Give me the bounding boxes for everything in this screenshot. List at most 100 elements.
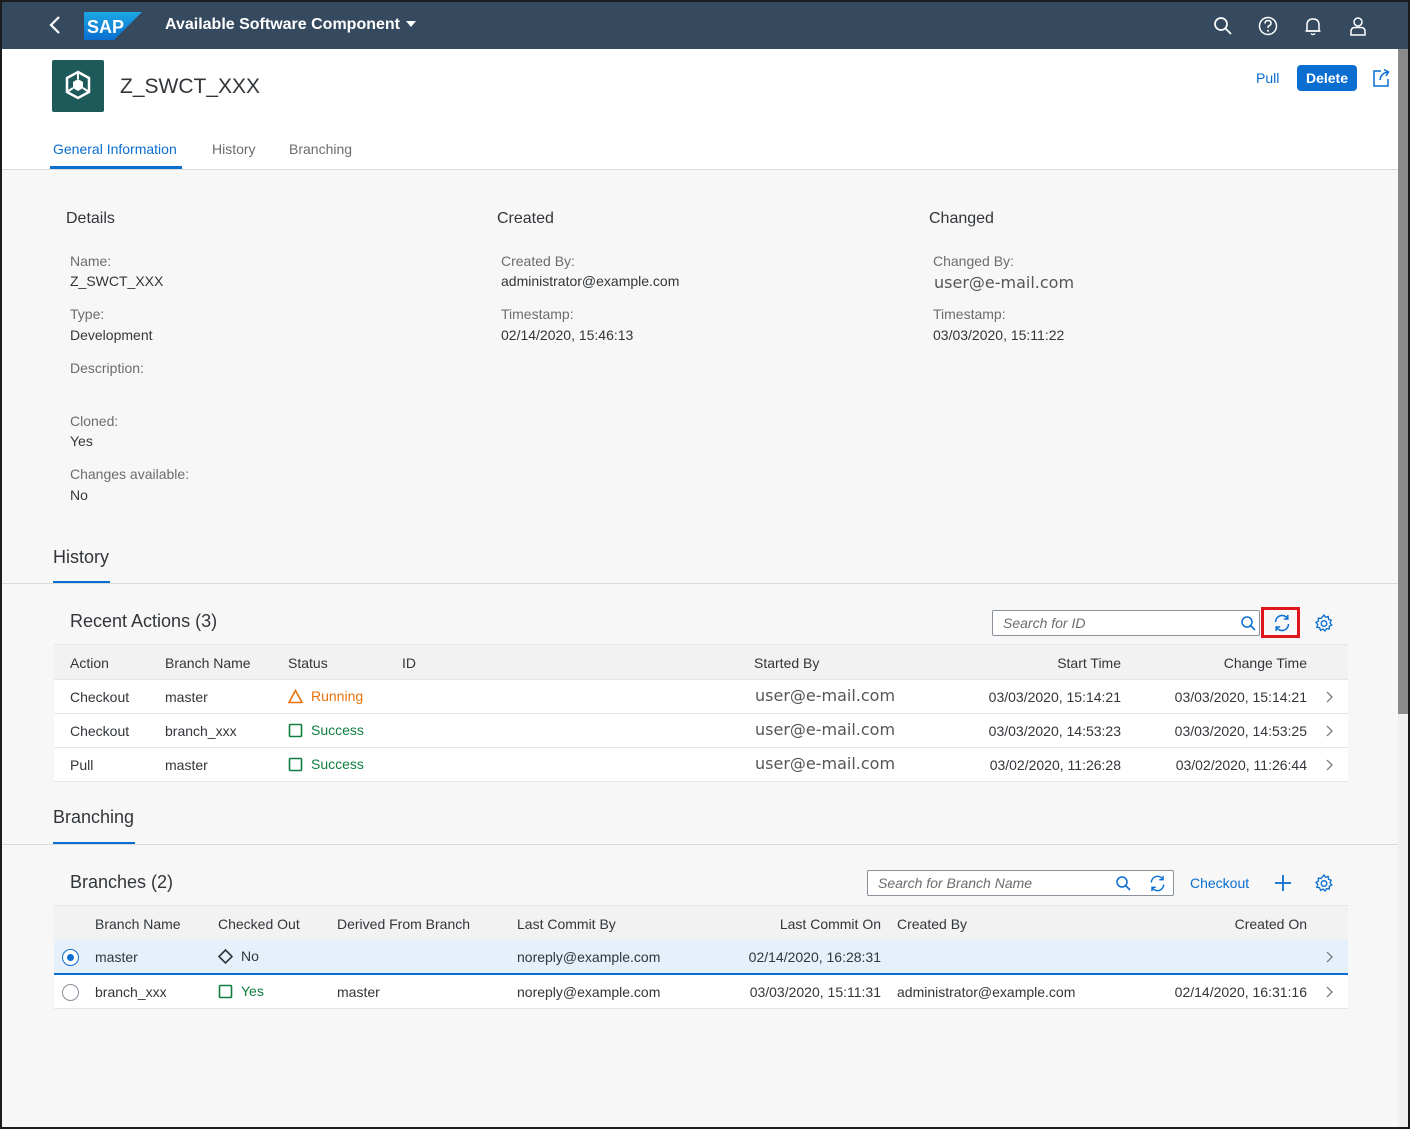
column-header-created-by[interactable]: Created By xyxy=(897,916,967,932)
back-icon[interactable] xyxy=(46,14,66,36)
changes-available-value: No xyxy=(70,487,88,503)
search-branch-field[interactable] xyxy=(867,870,1174,896)
column-header-created-on[interactable]: Created On xyxy=(1235,916,1307,932)
checked-out-text: Yes xyxy=(241,983,264,999)
column-header-branch-name[interactable]: Branch Name xyxy=(165,655,251,671)
derived-from-cell: master xyxy=(337,984,380,1000)
chevron-right-icon xyxy=(1326,725,1333,737)
start-time-cell: 03/03/2020, 15:14:21 xyxy=(988,689,1121,705)
row-select-radio[interactable] xyxy=(62,984,79,1001)
change-time-cell: 03/03/2020, 15:14:21 xyxy=(1174,689,1307,705)
checked-out-text: No xyxy=(241,948,259,964)
search-icon[interactable] xyxy=(1240,615,1257,632)
search-branch-input[interactable] xyxy=(878,874,1092,892)
object-header: Z_SWCT_XXX Pull Delete General Informati… xyxy=(2,49,1398,170)
created-on-cell: 02/14/2020, 16:31:16 xyxy=(1174,984,1307,1000)
scrollbar-thumb[interactable] xyxy=(1398,49,1408,714)
change-time-cell: 03/02/2020, 11:26:44 xyxy=(1175,757,1307,773)
action-cell: Checkout xyxy=(70,723,130,739)
refresh-icon[interactable] xyxy=(1272,613,1292,633)
notification-icon[interactable] xyxy=(1302,15,1324,37)
branch-name-cell: branch_xxx xyxy=(95,984,167,1000)
table-row[interactable]: branch_xxx Yes master noreply@example.co… xyxy=(54,975,1348,1009)
chevron-right-icon xyxy=(1326,759,1333,771)
branch-cell: master xyxy=(165,757,208,773)
column-header-change-time[interactable]: Change Time xyxy=(1224,655,1307,671)
settings-icon[interactable] xyxy=(1314,613,1334,633)
status-cell: Success xyxy=(288,722,364,738)
checkout-button[interactable]: Checkout xyxy=(1190,875,1249,891)
refresh-icon[interactable] xyxy=(1148,874,1167,893)
cloned-value: Yes xyxy=(70,433,93,449)
success-icon xyxy=(288,757,303,772)
active-tab-indicator xyxy=(50,166,182,169)
column-header-start-time[interactable]: Start Time xyxy=(1057,655,1121,671)
table-row[interactable]: Checkout master Running user@e-mail.com … xyxy=(54,680,1348,714)
last-commit-on-cell: 03/03/2020, 15:11:31 xyxy=(749,984,881,1000)
search-icon[interactable] xyxy=(1212,15,1234,37)
column-header-status[interactable]: Status xyxy=(288,655,328,671)
delete-button[interactable]: Delete xyxy=(1297,65,1357,91)
branching-section-title: Branching xyxy=(53,807,135,827)
column-header-branch-name[interactable]: Branch Name xyxy=(95,916,181,932)
shell-bar: SAP Available Software Component xyxy=(2,2,1408,49)
user-icon[interactable] xyxy=(1347,15,1369,37)
created-timestamp-value: 02/14/2020, 15:46:13 xyxy=(501,327,634,343)
app-window: SAP Available Software Component Z_SWCT_… xyxy=(0,0,1410,1129)
tab-history[interactable]: History xyxy=(212,141,256,157)
started-by-cell: user@e-mail.com xyxy=(755,754,896,773)
created-by-label: Created By: xyxy=(501,253,575,269)
created-by-value: administrator@example.com xyxy=(501,273,680,289)
search-id-field[interactable] xyxy=(992,610,1260,636)
column-header-last-commit-by[interactable]: Last Commit By xyxy=(517,916,616,932)
table-row[interactable]: master No noreply@example.com 02/14/2020… xyxy=(54,940,1348,975)
column-header-started-by[interactable]: Started By xyxy=(754,655,819,671)
type-value: Development xyxy=(70,327,153,343)
tab-branching[interactable]: Branching xyxy=(289,141,352,157)
app-title-text: Available Software Component xyxy=(165,16,400,33)
created-heading: Created xyxy=(497,210,554,227)
settings-icon[interactable] xyxy=(1314,873,1334,893)
changed-timestamp-label: Timestamp: xyxy=(933,306,1006,322)
chevron-right-icon xyxy=(1326,986,1333,998)
page-title: Z_SWCT_XXX xyxy=(120,75,261,98)
recent-actions-header: Action Branch Name Status ID Started By … xyxy=(54,644,1348,680)
chevron-right-icon xyxy=(1326,951,1333,963)
row-select-radio[interactable] xyxy=(62,949,79,966)
column-header-derived-from[interactable]: Derived From Branch xyxy=(337,916,470,932)
changed-timestamp-value: 03/03/2020, 15:11:22 xyxy=(933,327,1065,343)
success-icon xyxy=(288,723,303,738)
history-section-title: History xyxy=(53,547,110,567)
recent-actions-title: Recent Actions (3) xyxy=(70,611,218,631)
description-label: Description: xyxy=(70,360,144,376)
search-icon[interactable] xyxy=(1115,875,1132,892)
last-commit-on-cell: 02/14/2020, 16:28:31 xyxy=(748,949,881,965)
success-icon xyxy=(218,984,233,999)
pull-button[interactable]: Pull xyxy=(1248,65,1287,91)
table-row[interactable]: Pull master Success user@e-mail.com 03/0… xyxy=(54,748,1348,782)
details-heading: Details xyxy=(66,210,115,227)
checked-out-cell: No xyxy=(218,948,259,964)
column-header-last-commit-on[interactable]: Last Commit On xyxy=(780,916,881,932)
diamond-icon xyxy=(218,949,233,964)
search-id-input[interactable] xyxy=(1003,614,1216,632)
column-header-checked-out[interactable]: Checked Out xyxy=(218,916,300,932)
name-value: Z_SWCT_XXX xyxy=(70,273,164,289)
help-icon[interactable] xyxy=(1257,15,1279,37)
name-label: Name: xyxy=(70,253,112,269)
table-row[interactable]: Checkout branch_xxx Success user@e-mail.… xyxy=(54,714,1348,748)
start-time-cell: 03/02/2020, 11:26:28 xyxy=(989,757,1121,773)
changes-available-label: Changes available: xyxy=(70,466,190,482)
warning-icon xyxy=(288,689,303,704)
cloned-label: Cloned: xyxy=(70,413,119,429)
column-header-id[interactable]: ID xyxy=(402,655,416,671)
share-icon[interactable] xyxy=(1370,67,1392,89)
type-label: Type: xyxy=(70,306,105,322)
started-by-cell: user@e-mail.com xyxy=(755,686,896,705)
status-text: Success xyxy=(311,722,364,738)
last-commit-by-cell: noreply@example.com xyxy=(517,984,661,1000)
column-header-action[interactable]: Action xyxy=(70,655,109,671)
app-title[interactable]: Available Software Component xyxy=(165,16,416,34)
tab-general-information[interactable]: General Information xyxy=(53,141,177,157)
add-icon[interactable] xyxy=(1273,873,1293,893)
